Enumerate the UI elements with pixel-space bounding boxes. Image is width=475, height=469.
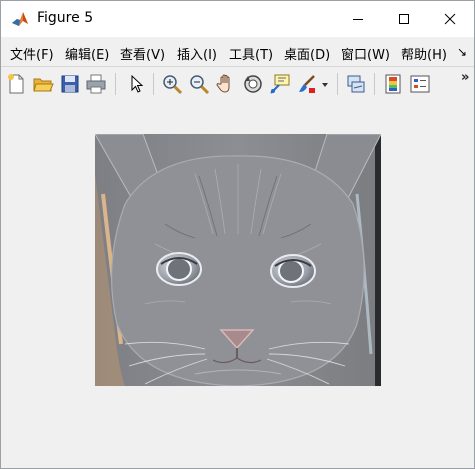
toolbar-separator <box>374 73 375 95</box>
data-cursor-button[interactable] <box>269 73 291 95</box>
window-title: Figure 5 <box>37 10 94 26</box>
zoom-out-icon <box>190 75 210 95</box>
edit-plot-button[interactable] <box>126 73 148 95</box>
zoom-in-icon <box>163 75 183 95</box>
rotate-3d-icon <box>244 75 262 93</box>
colorbar-button[interactable] <box>382 73 404 95</box>
rotate-3d-button[interactable] <box>242 73 264 95</box>
menu-help[interactable]: 帮助(H) <box>401 44 447 63</box>
matlab-logo-icon <box>11 10 29 28</box>
toolbar: » <box>1 66 474 101</box>
toolbar-separator <box>153 73 154 95</box>
menu-window[interactable]: 窗口(W) <box>341 44 390 63</box>
new-figure-button[interactable] <box>6 73 28 95</box>
close-button[interactable] <box>427 1 473 37</box>
menu-edit[interactable]: 编辑(E) <box>65 44 109 63</box>
legend-icon <box>410 75 430 93</box>
print-icon <box>86 74 106 94</box>
menu-desktop[interactable]: 桌面(D) <box>284 44 330 63</box>
pan-hand-icon <box>216 74 230 93</box>
print-button[interactable] <box>85 73 107 95</box>
figure-canvas[interactable] <box>1 100 474 468</box>
title-bar[interactable]: Figure 5 <box>1 1 474 37</box>
menu-view[interactable]: 查看(V) <box>120 44 165 63</box>
open-file-icon <box>33 78 54 92</box>
zoom-in-button[interactable] <box>161 73 183 95</box>
pan-button[interactable] <box>215 73 237 95</box>
maximize-button[interactable] <box>381 1 427 37</box>
toolbar-separator <box>115 73 116 95</box>
maximize-icon <box>399 14 409 24</box>
figure-window: Figure 5 文件(F) 编辑(E) 查看(V) 插入(I) 工具(T) 桌… <box>0 0 475 469</box>
edit-plot-arrow-icon <box>131 74 144 93</box>
save-button[interactable] <box>59 73 81 95</box>
legend-button[interactable] <box>409 73 431 95</box>
link-plot-button[interactable] <box>345 73 367 95</box>
menu-file[interactable]: 文件(F) <box>10 44 54 63</box>
open-file-button[interactable] <box>32 73 54 95</box>
toolbar-overflow-icon[interactable]: » <box>461 70 469 85</box>
embossed-cat-image <box>94 133 382 387</box>
menu-tools[interactable]: 工具(T) <box>229 44 273 63</box>
minimize-icon <box>353 19 363 20</box>
save-icon <box>61 75 79 93</box>
menu-insert[interactable]: 插入(I) <box>177 44 217 63</box>
minimize-button[interactable] <box>335 1 381 37</box>
link-plot-icon <box>347 75 365 93</box>
menu-overflow-icon[interactable]: ↘ <box>457 45 467 59</box>
new-figure-icon <box>8 74 24 94</box>
chevron-down-icon <box>322 83 328 87</box>
zoom-out-button[interactable] <box>188 73 210 95</box>
toolbar-separator <box>337 73 338 95</box>
brush-dropdown-button[interactable] <box>319 73 331 95</box>
close-icon <box>444 13 456 25</box>
figure-image <box>94 133 382 387</box>
colorbar-icon <box>385 74 401 94</box>
brush-icon <box>299 75 315 93</box>
menu-bar: 文件(F) 编辑(E) 查看(V) 插入(I) 工具(T) 桌面(D) 窗口(W… <box>1 39 474 65</box>
brush-button[interactable] <box>296 73 318 95</box>
data-cursor-icon <box>270 74 290 94</box>
